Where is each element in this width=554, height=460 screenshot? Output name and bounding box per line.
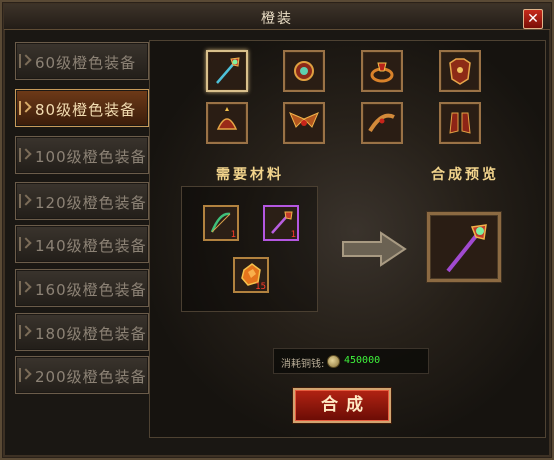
tab-label: 200级橙色装备 — [35, 368, 147, 386]
boots-icon — [449, 112, 471, 134]
materials-box: 1 1 15 — [181, 186, 318, 312]
crafting-panel: 需要材料 1 1 15 合成预览 消耗铜钱: 450000 合成 — [149, 40, 546, 438]
tab-level-180[interactable]: 180级橙色装备 — [15, 313, 149, 351]
tab-label: 60级橙色装备 — [35, 54, 137, 72]
level-tabs: 60级橙色装备 80级橙色装备 100级橙色装备 120级橙色装备 140级橙色… — [15, 42, 149, 447]
title-bar[interactable]: 橙装 ✕ — [4, 4, 550, 30]
chevron-right-icon — [19, 368, 29, 382]
tab-label: 120级橙色装备 — [35, 194, 147, 212]
tab-level-160[interactable]: 160级橙色装备 — [15, 269, 149, 307]
wings-icon — [289, 112, 319, 128]
tab-level-200[interactable]: 200级橙色装备 — [15, 356, 149, 394]
cost-value: 450000 — [344, 355, 381, 366]
chevron-right-icon — [19, 54, 29, 68]
chevron-right-icon — [19, 237, 29, 251]
ring-icon — [370, 62, 394, 83]
staff-icon — [446, 224, 487, 273]
tab-label: 160级橙色装备 — [35, 281, 147, 299]
equipment-slot-staff[interactable] — [206, 50, 248, 92]
material-slot[interactable]: 1 — [203, 205, 239, 241]
tab-level-80[interactable]: 80级橙色装备 — [15, 89, 149, 127]
coin-icon — [327, 355, 340, 368]
chevron-right-icon — [19, 325, 29, 339]
equipment-slot-ring[interactable] — [361, 50, 403, 92]
craft-button[interactable]: 合成 — [293, 388, 391, 423]
equipment-slot-amulet[interactable] — [283, 50, 325, 92]
material-count: 15 — [255, 282, 266, 292]
equipment-slot-belt[interactable] — [361, 102, 403, 144]
equipment-slot-helmet[interactable] — [206, 102, 248, 144]
equipment-slot-armor[interactable] — [439, 50, 481, 92]
close-button[interactable]: ✕ — [523, 9, 543, 29]
staff-icon — [216, 57, 240, 84]
preview-title: 合成预览 — [431, 167, 499, 183]
equipment-slot-boots[interactable] — [439, 102, 481, 144]
close-icon: ✕ — [527, 11, 539, 27]
tab-level-60[interactable]: 60级橙色装备 — [15, 42, 149, 80]
belt-icon — [368, 113, 395, 133]
cost-display: 消耗铜钱: 450000 — [273, 348, 429, 374]
tab-level-120[interactable]: 120级橙色装备 — [15, 182, 149, 220]
helmet-icon — [216, 107, 238, 130]
material-count: 1 — [290, 230, 296, 240]
material-slot[interactable]: 1 — [263, 205, 299, 241]
tab-level-140[interactable]: 140级橙色装备 — [15, 225, 149, 263]
tab-label: 100级橙色装备 — [35, 148, 147, 166]
chevron-right-icon — [19, 101, 29, 115]
tab-label: 180级橙色装备 — [35, 325, 147, 343]
chevron-right-icon — [19, 281, 29, 295]
material-slot[interactable]: 15 — [233, 257, 269, 293]
cost-label: 消耗铜钱: — [281, 359, 325, 370]
arrow-right-icon — [342, 231, 407, 267]
chevron-right-icon — [19, 148, 29, 162]
armor-icon — [449, 58, 471, 85]
equipment-slot-wings[interactable] — [283, 102, 325, 144]
material-count: 1 — [230, 230, 236, 240]
orange-equipment-window: 橙装 ✕ 60级橙色装备 80级橙色装备 100级橙色装备 120级橙色装备 1… — [0, 0, 554, 460]
chevron-right-icon — [19, 194, 29, 208]
tab-label: 80级橙色装备 — [35, 101, 137, 119]
preview-slot[interactable] — [427, 212, 501, 282]
amulet-icon — [294, 61, 314, 81]
window-title: 橙装 — [261, 11, 293, 27]
tab-level-100[interactable]: 100级橙色装备 — [15, 136, 149, 174]
materials-title: 需要材料 — [216, 167, 284, 183]
tab-label: 140级橙色装备 — [35, 237, 147, 255]
